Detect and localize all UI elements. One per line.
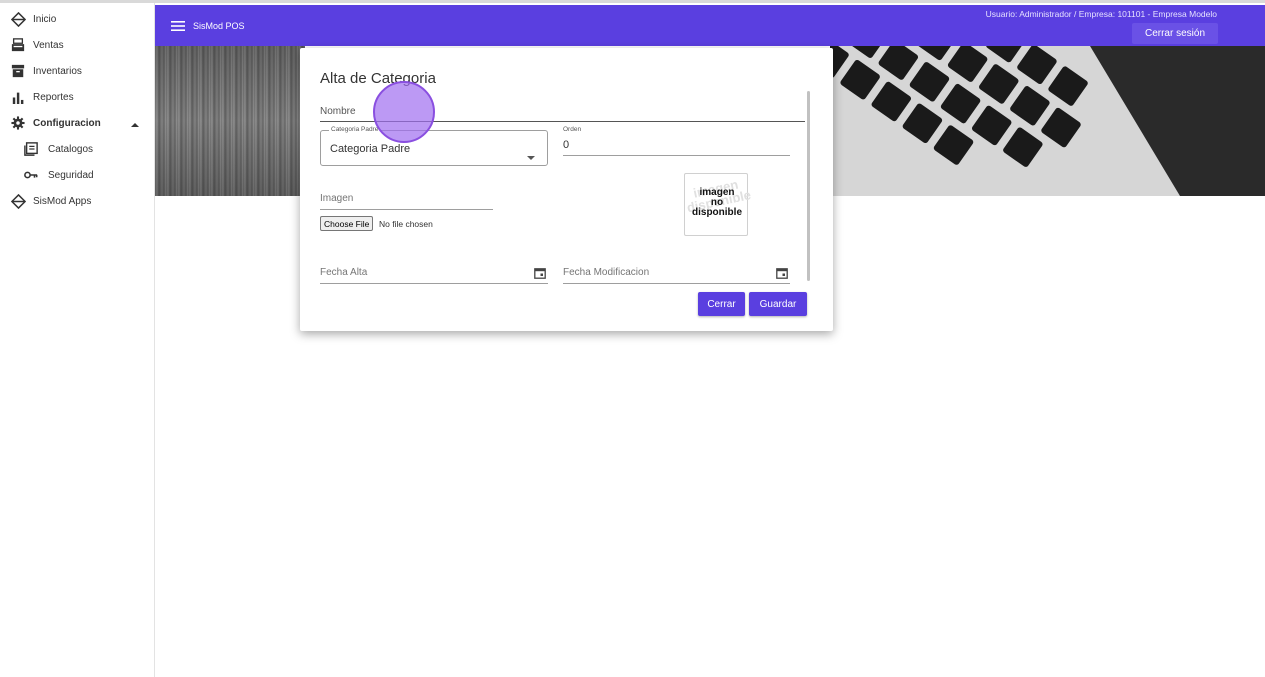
imagen-underline bbox=[320, 209, 493, 210]
archive-icon bbox=[10, 63, 26, 79]
sidebar-item-configuracion[interactable]: Configuracion bbox=[0, 111, 155, 135]
dialog-scrollbar[interactable] bbox=[807, 91, 810, 281]
sidebar-item-inventarios[interactable]: Inventarios bbox=[0, 59, 155, 83]
no-image-line: disponible bbox=[692, 207, 742, 218]
register-icon bbox=[10, 37, 26, 53]
sidebar-item-label: Reportes bbox=[33, 91, 74, 103]
sidebar-item-reportes[interactable]: Reportes bbox=[0, 85, 155, 109]
imagen-label: Imagen bbox=[320, 193, 354, 204]
hamburger-menu-icon[interactable] bbox=[171, 19, 185, 31]
categoria-padre-legend: Categoria Padre bbox=[329, 126, 381, 133]
sidebar-item-sismod-apps[interactable]: SisMod Apps bbox=[0, 189, 155, 213]
app-title: SisMod POS bbox=[193, 21, 245, 31]
list-icon bbox=[23, 141, 39, 157]
fecha-modificacion-label: Fecha Modificacion bbox=[563, 267, 650, 278]
orden-input[interactable]: 0 bbox=[563, 139, 569, 151]
sidebar-item-label: Ventas bbox=[33, 39, 64, 51]
sidebar-item-inicio[interactable]: Inicio bbox=[0, 7, 155, 31]
calendar-icon[interactable] bbox=[776, 266, 788, 279]
bar-chart-icon bbox=[10, 89, 26, 105]
user-info: Usuario: Administrador / Empresa: 101101… bbox=[985, 9, 1217, 19]
file-status: No file chosen bbox=[379, 219, 433, 229]
top-app-bar: SisMod POS Usuario: Administrador / Empr… bbox=[155, 5, 1265, 46]
tag-icon bbox=[10, 193, 26, 209]
sidebar: Inicio Ventas Inventarios Reportes Confi… bbox=[0, 3, 155, 677]
save-button[interactable]: Guardar bbox=[749, 292, 807, 316]
choose-file-button[interactable]: Choose File bbox=[320, 216, 374, 231]
wood-shade bbox=[155, 46, 305, 196]
categoria-padre-value: Categoria Padre bbox=[330, 143, 411, 155]
fecha-modificacion-input[interactable] bbox=[563, 283, 790, 284]
no-image-text: imagen no disponible bbox=[685, 188, 749, 218]
orden-label: Orden bbox=[563, 126, 582, 133]
categoria-padre-select[interactable]: Categoria Padre Categoria Padre bbox=[320, 126, 548, 166]
chevron-up-icon bbox=[131, 119, 139, 130]
image-preview: imagen disponible imagen no disponible bbox=[684, 173, 752, 236]
fecha-alta-label: Fecha Alta bbox=[320, 267, 368, 278]
app-window: Inicio Ventas Inventarios Reportes Confi… bbox=[0, 0, 1265, 677]
sidebar-item-catalogos[interactable]: Catalogos bbox=[0, 137, 155, 161]
sidebar-item-label: SisMod Apps bbox=[33, 195, 92, 207]
calendar-icon[interactable] bbox=[534, 266, 546, 279]
sidebar-item-label: Catalogos bbox=[48, 143, 94, 155]
tag-icon bbox=[10, 11, 26, 27]
orden-underline bbox=[563, 155, 790, 156]
sidebar-item-ventas[interactable]: Ventas bbox=[0, 33, 155, 57]
sidebar-item-label: Inventarios bbox=[33, 65, 82, 77]
sidebar-item-label: Inicio bbox=[33, 13, 57, 25]
sidebar-item-label: Configuracion bbox=[33, 117, 101, 129]
click-indicator bbox=[373, 81, 435, 143]
key-icon bbox=[23, 167, 39, 183]
dropdown-arrow-icon bbox=[527, 148, 535, 166]
sidebar-item-label: Seguridad bbox=[48, 169, 94, 181]
sidebar-item-seguridad[interactable]: Seguridad bbox=[0, 163, 155, 187]
keyboard-image bbox=[778, 46, 1265, 196]
fecha-alta-input[interactable] bbox=[320, 283, 548, 284]
logout-button[interactable]: Cerrar sesión bbox=[1132, 23, 1218, 44]
nombre-label: Nombre bbox=[320, 106, 356, 117]
gear-icon bbox=[10, 115, 26, 131]
close-button[interactable]: Cerrar bbox=[698, 292, 745, 316]
